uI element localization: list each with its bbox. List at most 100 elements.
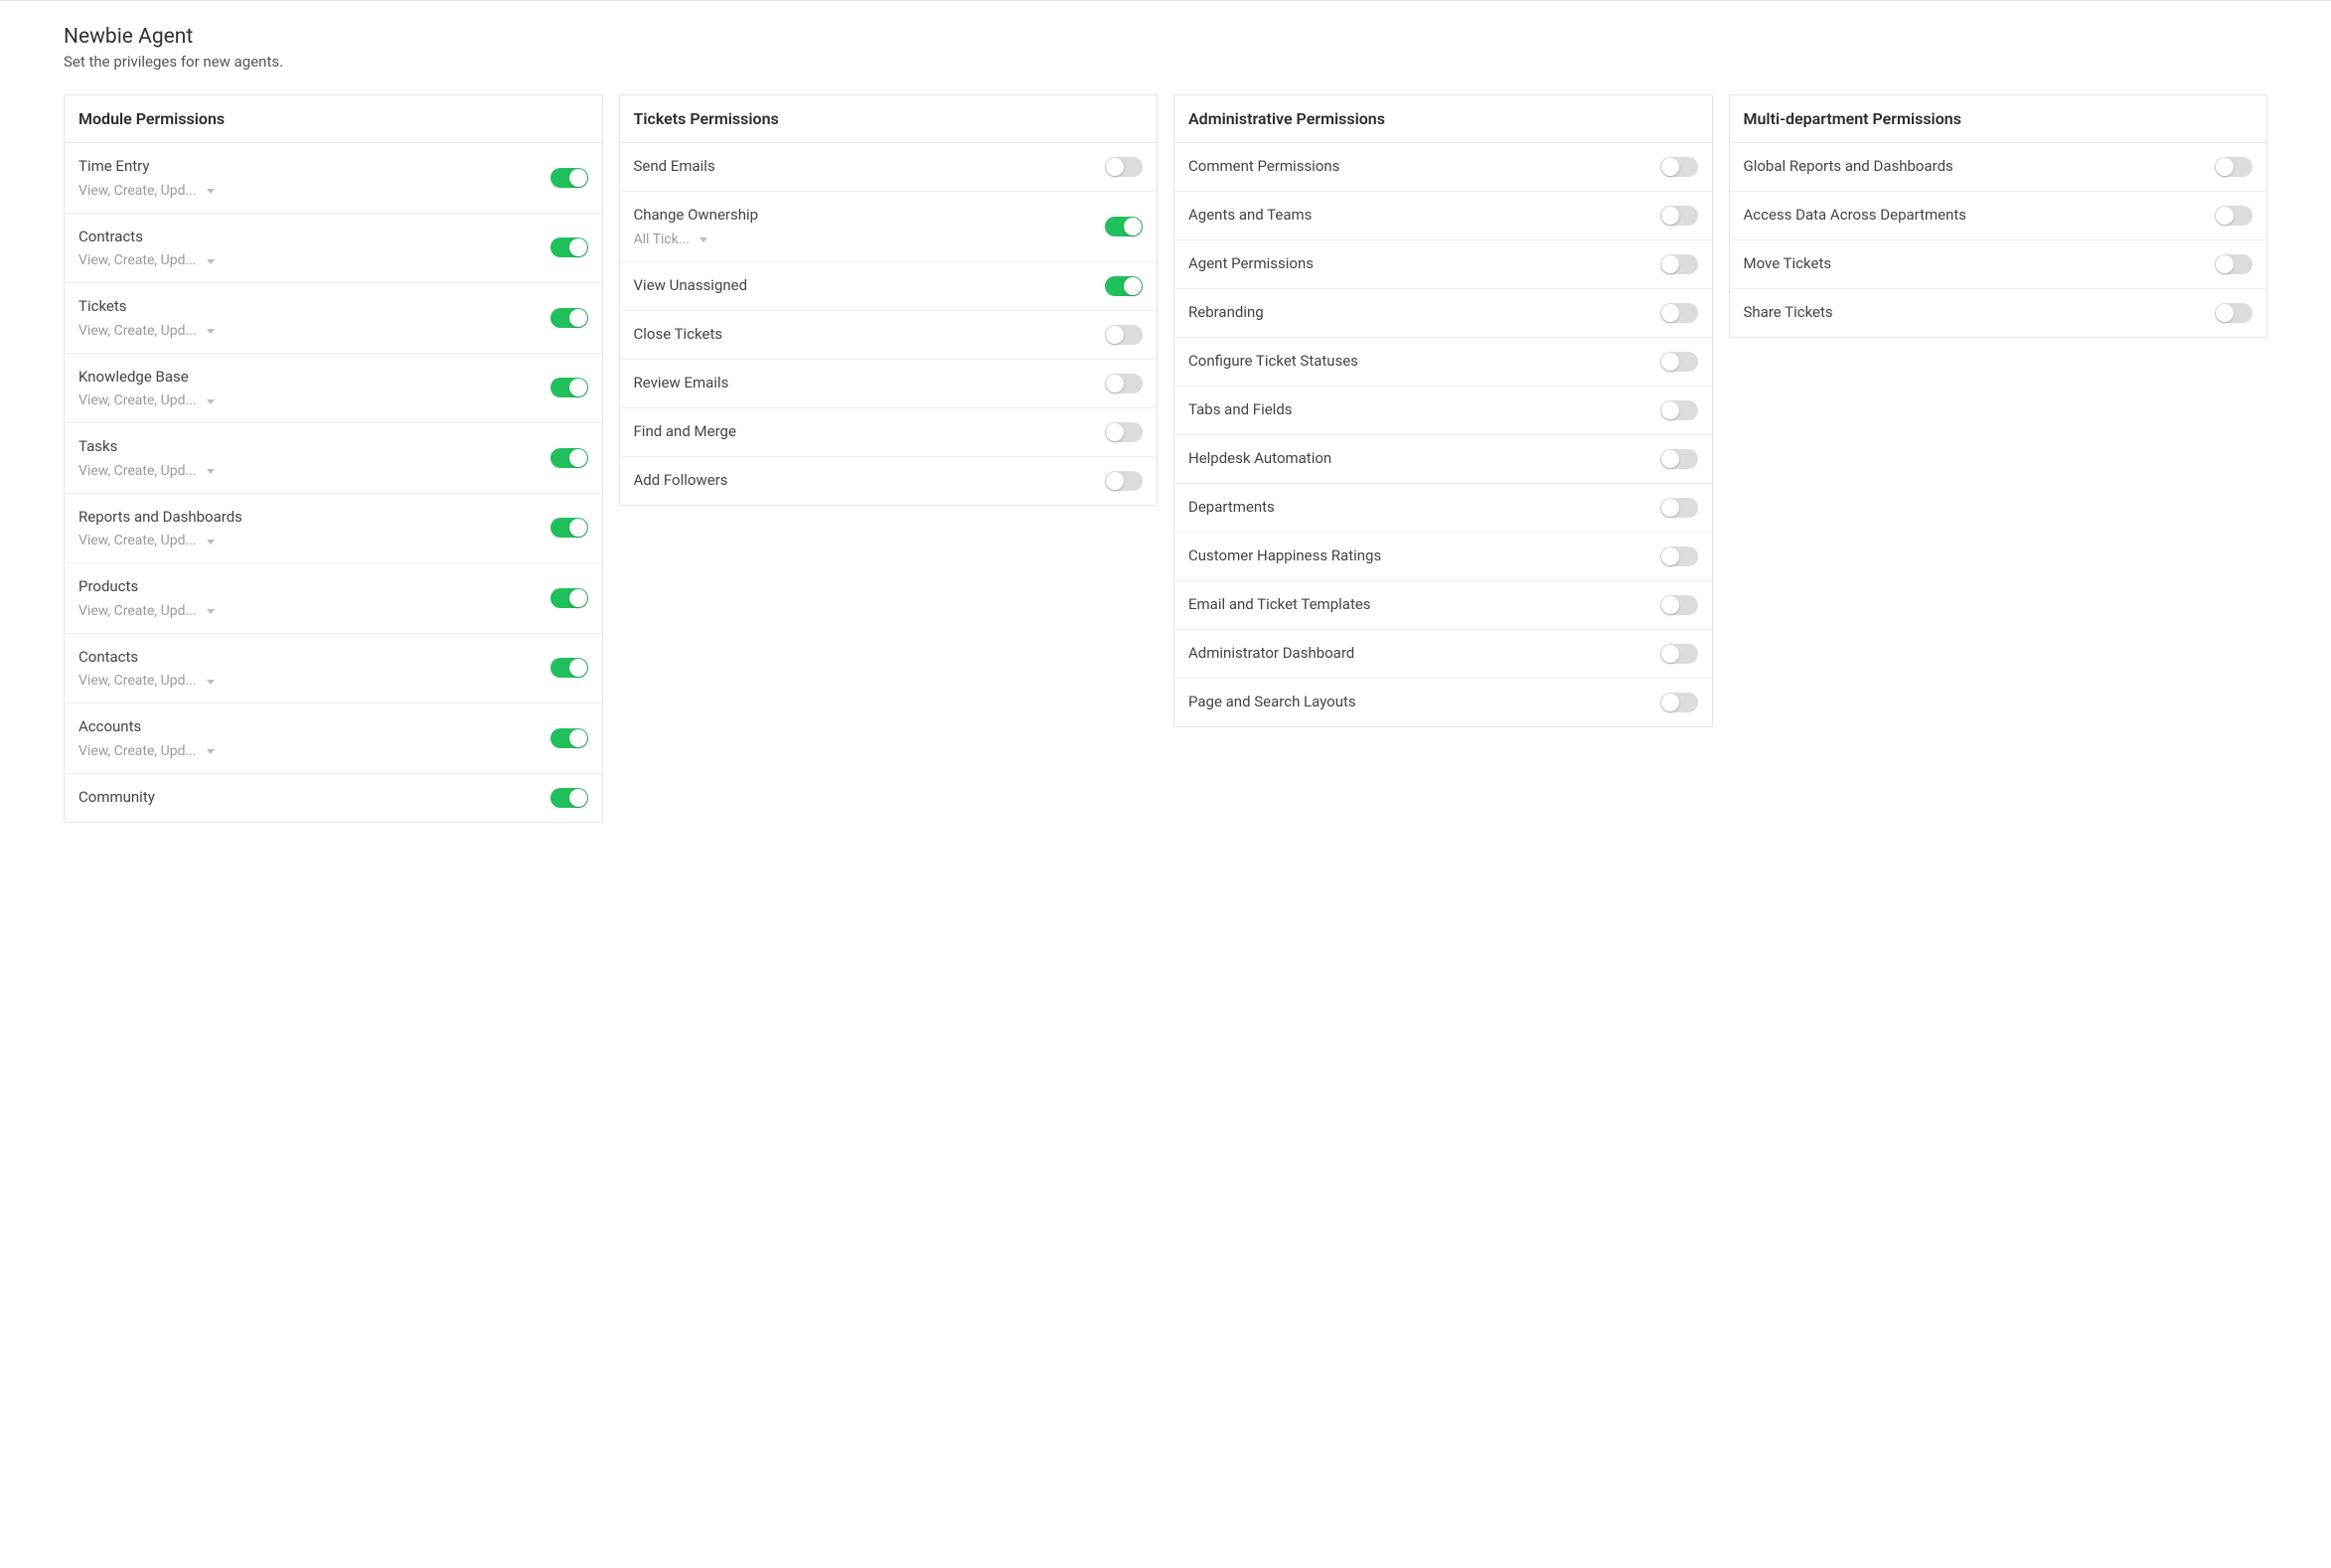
permission-sub-dropdown[interactable]: View, Create, Upd...: [78, 743, 539, 759]
permission-toggle[interactable]: [1660, 400, 1698, 420]
permission-label: Products: [78, 577, 539, 597]
permission-row: Review Emails: [620, 360, 1158, 408]
permission-sub-dropdown[interactable]: View, Create, Upd...: [78, 673, 539, 689]
permission-toggle[interactable]: [1660, 449, 1698, 469]
permission-row: Share Tickets: [1730, 289, 2267, 337]
permission-sub-dropdown[interactable]: All Tick...: [634, 232, 1094, 247]
permission-label: Customer Happiness Ratings: [1188, 547, 1648, 566]
permission-row: Products View, Create, Upd...: [65, 563, 602, 634]
permission-sub-label: View, Create, Upd...: [78, 183, 197, 199]
permission-toggle[interactable]: [550, 728, 588, 748]
permission-sub-dropdown[interactable]: View, Create, Upd...: [78, 392, 539, 408]
permission-row: Agents and Teams: [1174, 192, 1712, 240]
column-header: Multi-department Permissions: [1730, 95, 2267, 143]
permission-toggle[interactable]: [550, 788, 588, 808]
permission-sub-label: View, Create, Upd...: [78, 603, 197, 619]
toggle-knob: [569, 379, 587, 396]
permission-row: Send Emails: [620, 143, 1158, 192]
permission-toggle[interactable]: [1105, 422, 1143, 442]
permission-sub-dropdown[interactable]: View, Create, Upd...: [78, 252, 539, 268]
permission-toggle[interactable]: [1660, 595, 1698, 615]
permission-row-left: Contracts View, Create, Upd...: [78, 228, 550, 269]
permission-sub-dropdown[interactable]: View, Create, Upd...: [78, 323, 539, 339]
permission-toggle[interactable]: [2215, 157, 2253, 177]
permission-sub-dropdown[interactable]: View, Create, Upd...: [78, 533, 539, 549]
toggle-knob: [2216, 304, 2234, 322]
toggle-knob: [1124, 277, 1142, 295]
permission-row: Contacts View, Create, Upd...: [65, 634, 602, 705]
permission-toggle[interactable]: [550, 378, 588, 397]
permission-toggle[interactable]: [1105, 217, 1143, 236]
permission-toggle[interactable]: [1105, 325, 1143, 345]
permission-column: Administrative PermissionsComment Permis…: [1173, 94, 1713, 727]
permission-label: Contracts: [78, 228, 539, 247]
permission-row-left: Move Tickets: [1744, 254, 2216, 274]
permission-toggle[interactable]: [2215, 303, 2253, 323]
permission-toggle[interactable]: [1660, 498, 1698, 518]
permission-label: Configure Ticket Statuses: [1188, 352, 1648, 372]
permission-toggle[interactable]: [550, 448, 588, 468]
chevron-down-icon: [207, 189, 215, 194]
permission-label: Global Reports and Dashboards: [1744, 157, 2204, 177]
permission-toggle[interactable]: [1660, 352, 1698, 372]
permission-row-left: Find and Merge: [634, 422, 1106, 442]
permission-toggle[interactable]: [1660, 547, 1698, 566]
toggle-knob: [569, 169, 587, 187]
permission-row-left: Configure Ticket Statuses: [1188, 352, 1660, 372]
permission-row-left: Rebranding: [1188, 303, 1660, 323]
chevron-down-icon: [207, 540, 215, 545]
permission-sub-dropdown[interactable]: View, Create, Upd...: [78, 603, 539, 619]
permission-toggle[interactable]: [1660, 206, 1698, 226]
permission-label: Review Emails: [634, 374, 1094, 393]
permission-toggle[interactable]: [2215, 254, 2253, 274]
permission-toggle[interactable]: [1660, 693, 1698, 712]
permission-sub-dropdown[interactable]: View, Create, Upd...: [78, 183, 539, 199]
permission-label: View Unassigned: [634, 276, 1094, 296]
permission-row-left: Reports and Dashboards View, Create, Upd.…: [78, 508, 550, 549]
permission-label: Tickets: [78, 297, 539, 317]
permission-toggle[interactable]: [1105, 471, 1143, 491]
permission-toggle[interactable]: [1105, 374, 1143, 393]
permission-toggle[interactable]: [550, 237, 588, 257]
permission-label: Change Ownership: [634, 206, 1094, 226]
permission-row-left: Add Followers: [634, 471, 1106, 491]
toggle-knob: [1124, 218, 1142, 235]
toggle-knob: [1661, 401, 1679, 419]
toggle-knob: [1661, 353, 1679, 371]
toggle-knob: [1661, 499, 1679, 517]
permission-row-left: Customer Happiness Ratings: [1188, 547, 1660, 566]
permission-label: Page and Search Layouts: [1188, 693, 1648, 712]
permission-label: Reports and Dashboards: [78, 508, 539, 528]
permission-toggle[interactable]: [1660, 303, 1698, 323]
permission-toggle[interactable]: [1105, 157, 1143, 177]
permission-row-left: Review Emails: [634, 374, 1106, 393]
permission-toggle[interactable]: [550, 588, 588, 608]
toggle-knob: [2216, 255, 2234, 273]
permission-sub-dropdown[interactable]: View, Create, Upd...: [78, 463, 539, 479]
toggle-knob: [569, 789, 587, 807]
toggle-knob: [1661, 645, 1679, 663]
chevron-down-icon: [207, 259, 215, 264]
permission-toggle[interactable]: [550, 308, 588, 328]
chevron-down-icon: [207, 609, 215, 614]
permission-row-left: Tabs and Fields: [1188, 400, 1660, 420]
permission-row-left: Departments: [1188, 498, 1660, 518]
page-subtitle: Set the privileges for new agents.: [64, 53, 2267, 71]
permission-toggle[interactable]: [550, 658, 588, 678]
permission-toggle[interactable]: [1660, 157, 1698, 177]
permission-label: Agent Permissions: [1188, 254, 1648, 274]
permission-row: Contracts View, Create, Upd...: [65, 214, 602, 284]
permission-toggle[interactable]: [1105, 276, 1143, 296]
permission-row: Departments: [1174, 484, 1712, 533]
permission-toggle[interactable]: [1660, 644, 1698, 664]
permission-row-left: TasksView, Create, Upd...: [78, 437, 550, 479]
permission-toggle[interactable]: [550, 168, 588, 188]
permission-toggle[interactable]: [550, 518, 588, 538]
permission-toggle[interactable]: [1660, 254, 1698, 274]
permission-label: Time Entry: [78, 157, 539, 177]
permission-label: Contacts: [78, 648, 539, 668]
permission-row: Helpdesk Automation: [1174, 435, 1712, 484]
toggle-knob: [1661, 207, 1679, 225]
permission-toggle[interactable]: [2215, 206, 2253, 226]
column-header: Module Permissions: [65, 95, 602, 143]
